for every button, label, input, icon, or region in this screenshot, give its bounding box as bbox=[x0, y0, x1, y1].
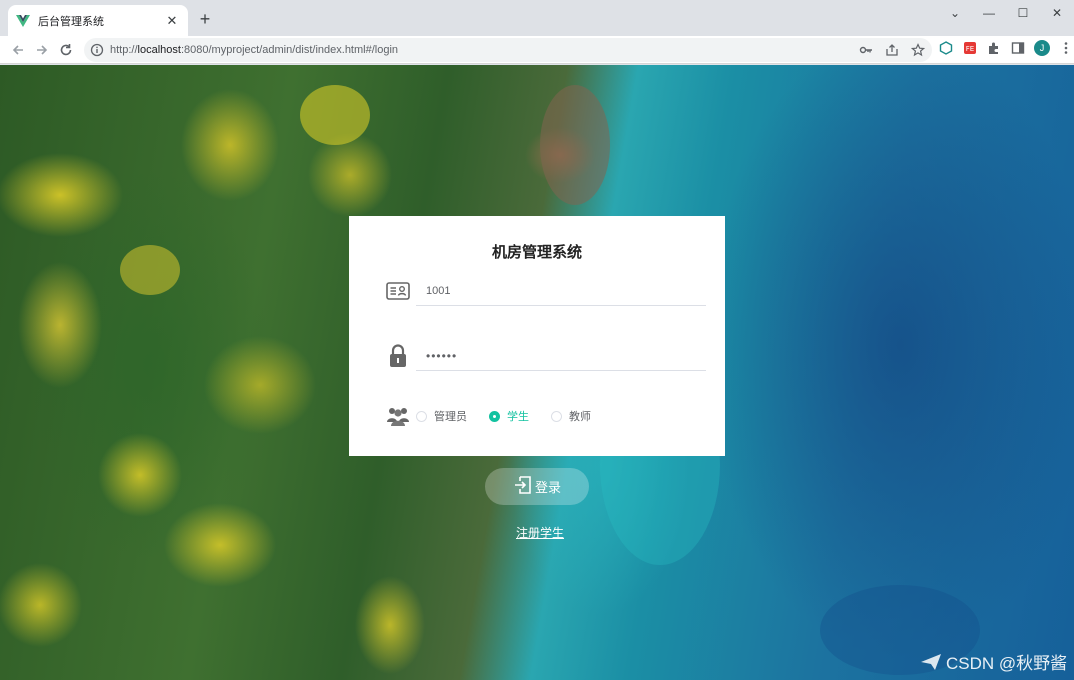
login-page-background: 机房管理系统 1001 •••••• 管理员 学生 教师 登录 注册学生 CSD… bbox=[0, 65, 1074, 680]
tab-search-icon[interactable]: ⌄ bbox=[938, 0, 972, 26]
csdn-watermark: CSDN @秋野酱 bbox=[920, 649, 1067, 674]
new-tab-button[interactable]: + bbox=[194, 8, 216, 30]
tab-close-icon[interactable]: ✕ bbox=[164, 13, 180, 29]
key-icon[interactable] bbox=[858, 42, 874, 58]
role-label-admin: 管理员 bbox=[434, 411, 467, 423]
browser-toolbar: http://localhost:8080/myproject/admin/di… bbox=[0, 36, 1074, 64]
more-menu-icon[interactable] bbox=[1058, 40, 1074, 56]
side-panel-icon[interactable] bbox=[1010, 40, 1026, 56]
window-controls: ⌄ — ☐ ✕ bbox=[938, 0, 1074, 30]
browser-tab[interactable]: 后台管理系统 ✕ bbox=[8, 5, 188, 36]
radio-dot-admin[interactable] bbox=[416, 410, 427, 422]
role-radio-student[interactable]: 学生 bbox=[489, 408, 529, 424]
vue-devtools-icon[interactable] bbox=[938, 40, 954, 56]
paper-plane-icon bbox=[921, 653, 941, 670]
login-button-label: 登录 bbox=[534, 480, 561, 495]
bookmark-star-icon[interactable] bbox=[910, 42, 926, 58]
forward-arrow-icon[interactable] bbox=[32, 40, 52, 60]
password-input[interactable]: •••••• bbox=[416, 341, 706, 371]
id-card-icon bbox=[386, 279, 410, 303]
role-label-student: 学生 bbox=[507, 411, 529, 423]
address-bar[interactable]: http://localhost:8080/myproject/admin/di… bbox=[84, 38, 932, 62]
fe-helper-icon[interactable]: FE bbox=[962, 40, 978, 56]
role-radio-teacher[interactable]: 教师 bbox=[551, 408, 591, 424]
back-arrow-icon[interactable] bbox=[8, 40, 28, 60]
radio-dot-student[interactable] bbox=[489, 410, 500, 422]
close-window-button[interactable]: ✕ bbox=[1040, 0, 1074, 26]
radio-dot-teacher[interactable] bbox=[551, 410, 562, 422]
tab-strip: 后台管理系统 ✕ + ⌄ — ☐ ✕ bbox=[0, 0, 1074, 36]
tab-title: 后台管理系统 bbox=[38, 15, 104, 28]
role-radio-group: 管理员 学生 教师 bbox=[416, 408, 591, 424]
lock-icon bbox=[386, 344, 410, 368]
maximize-button[interactable]: ☐ bbox=[1006, 0, 1040, 26]
vue-logo-icon bbox=[16, 14, 30, 28]
login-title: 机房管理系统 bbox=[491, 244, 582, 261]
profile-avatar[interactable]: J bbox=[1034, 40, 1050, 56]
minimize-button[interactable]: — bbox=[972, 0, 1006, 26]
login-button[interactable]: 登录 bbox=[485, 468, 589, 505]
username-input[interactable]: 1001 bbox=[416, 276, 706, 306]
puzzle-extensions-icon[interactable] bbox=[986, 40, 1002, 56]
sign-in-icon bbox=[513, 475, 533, 498]
svg-text:FE: FE bbox=[966, 45, 974, 53]
role-radio-admin[interactable]: 管理员 bbox=[416, 408, 467, 424]
site-info-icon[interactable] bbox=[90, 43, 104, 57]
extensions-area: FE J bbox=[938, 40, 1074, 56]
login-card: 机房管理系统 1001 •••••• 管理员 学生 教师 bbox=[349, 216, 725, 456]
reload-icon[interactable] bbox=[56, 40, 76, 60]
url-text: http://localhost:8080/myproject/admin/di… bbox=[110, 44, 399, 56]
role-label-teacher: 教师 bbox=[569, 411, 591, 423]
register-student-link[interactable]: 注册学生 bbox=[516, 524, 564, 541]
users-icon bbox=[386, 404, 410, 428]
share-icon[interactable] bbox=[884, 42, 900, 58]
